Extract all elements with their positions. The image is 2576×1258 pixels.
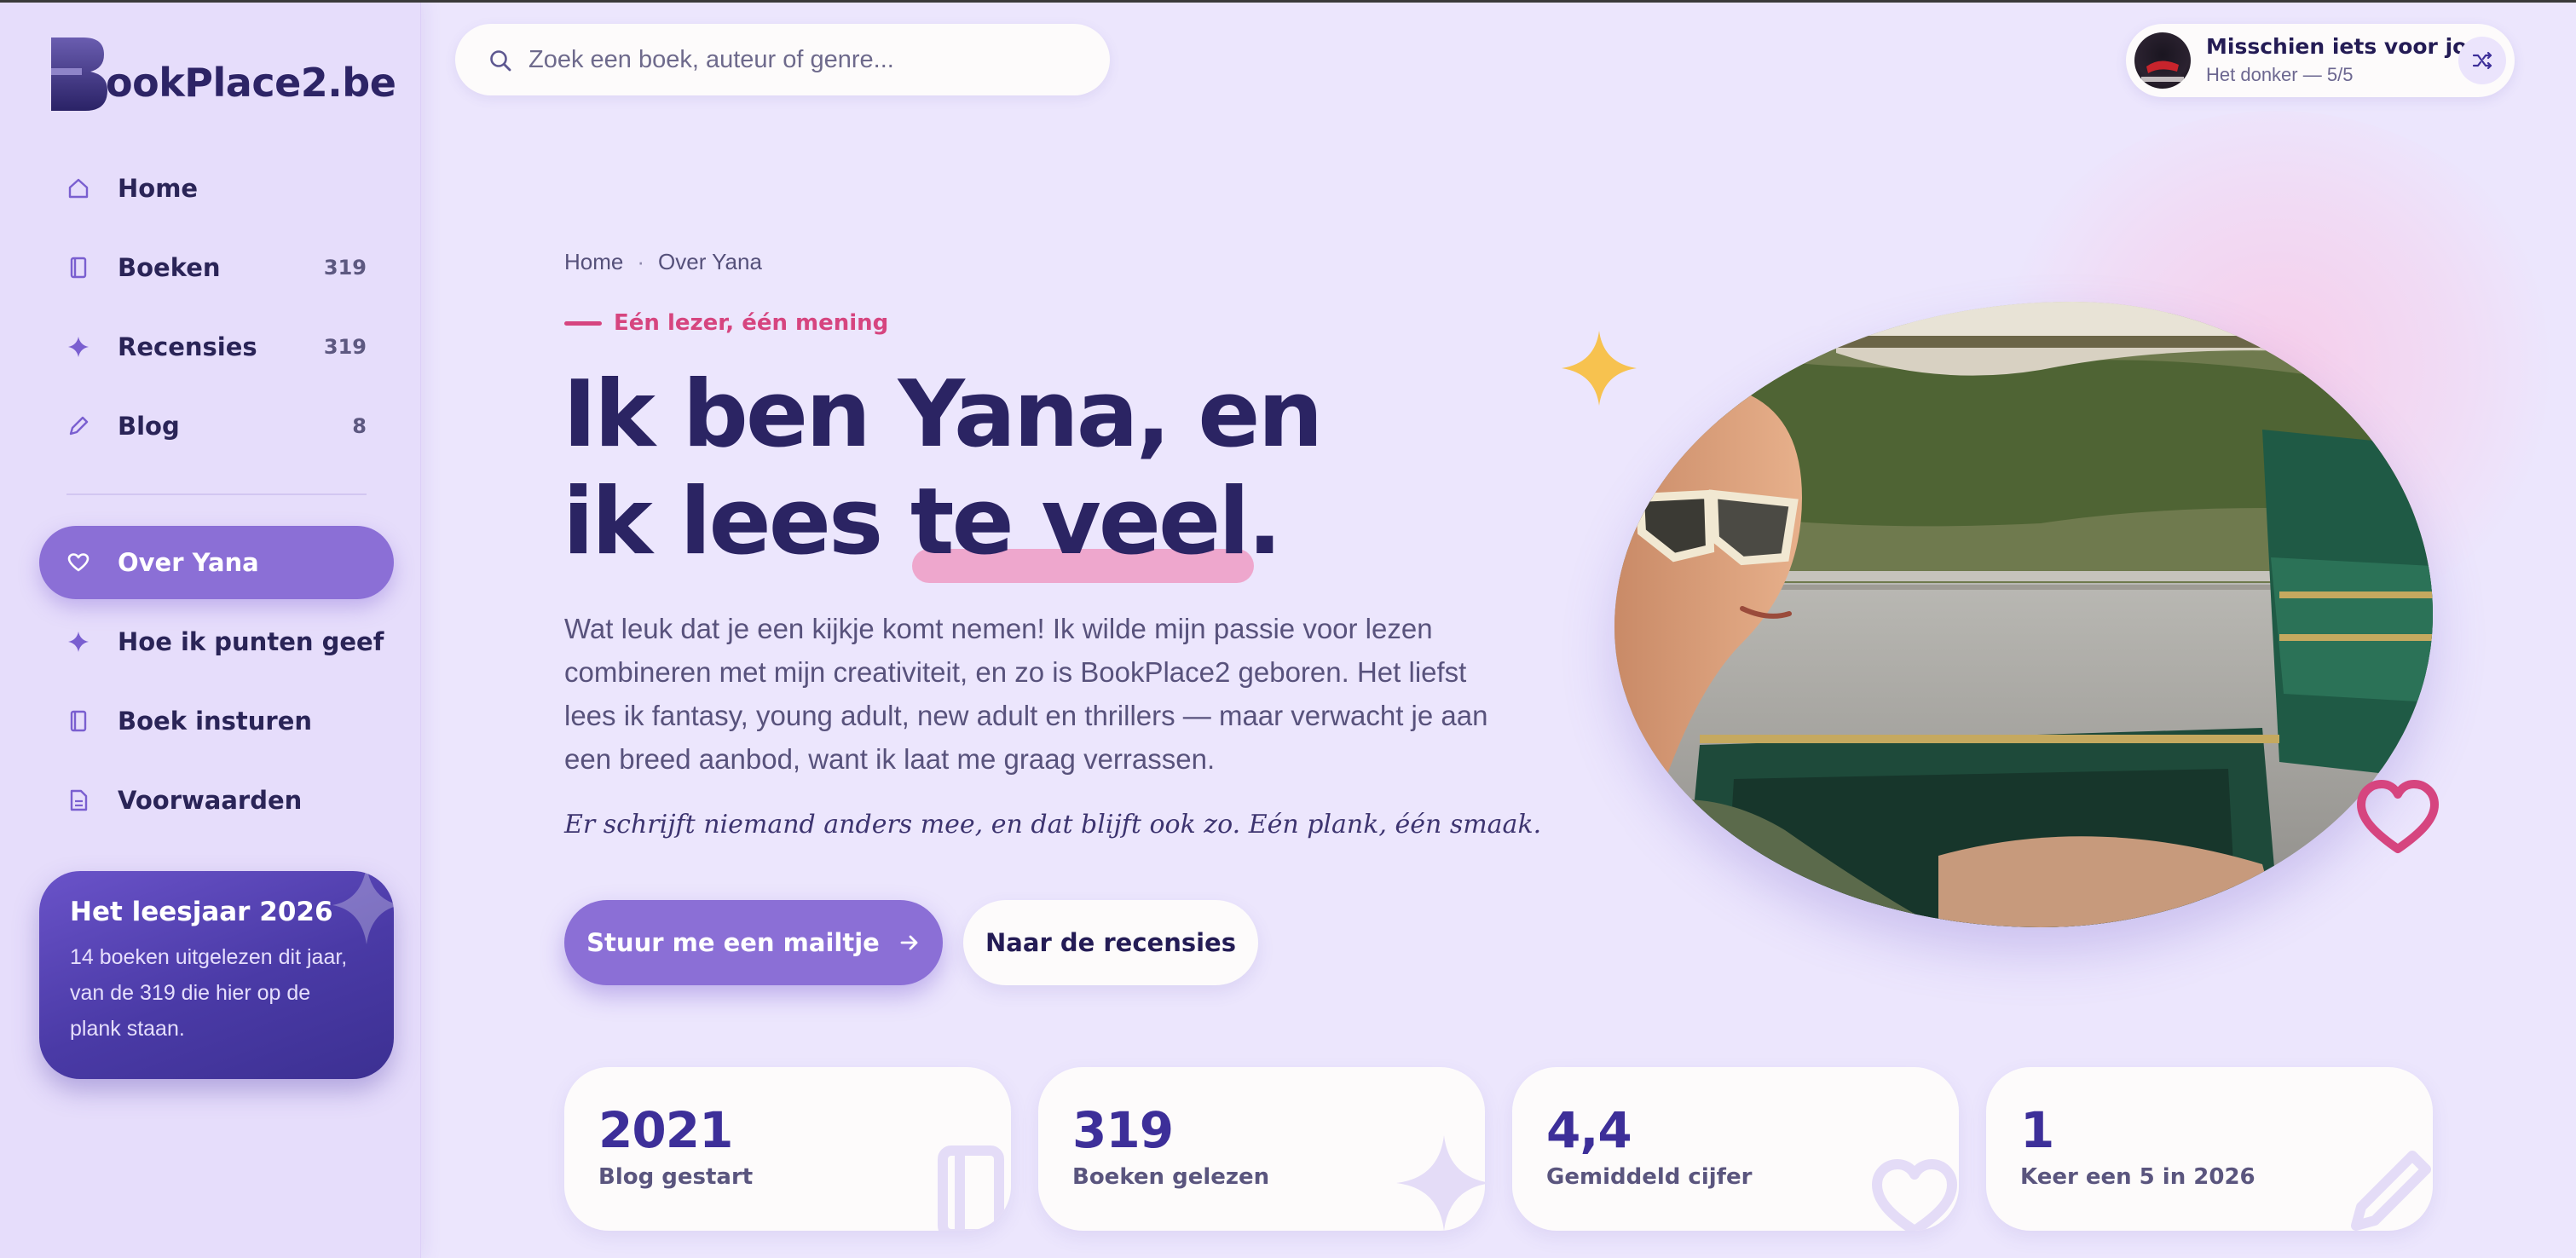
home-icon <box>68 178 89 199</box>
sidebar-item-label: Over Yana <box>118 548 259 577</box>
sidebar-divider <box>66 493 367 495</box>
stat-label: Keer een 5 in 2026 <box>2020 1164 2255 1190</box>
sparkle-icon <box>1562 331 1637 406</box>
sidebar-item-blog[interactable]: Blog 8 <box>39 390 394 463</box>
page-title-highlight-text: te veel <box>910 469 1250 575</box>
sidebar-item-label: Boek insturen <box>118 707 313 736</box>
page-title-line1: Ik ben Yana, en <box>563 361 1323 468</box>
shuffle-button[interactable] <box>2458 37 2506 84</box>
to-reviews-button-label: Naar de recensies <box>985 928 1236 957</box>
book-icon <box>938 1145 1004 1231</box>
search-input[interactable] <box>528 24 1074 95</box>
book-suggestion-widget[interactable]: Misschien iets voor jou Het donker — 5/5 <box>2126 24 2515 97</box>
stat-card-blog-started: 2021 Blog gestart <box>564 1067 1011 1231</box>
stat-card-books-read: 319 Boeken gelezen <box>1038 1067 1485 1231</box>
sidebar: ookPlace2.be Home Boeken 319 Recensies 3… <box>0 0 421 1258</box>
stat-value: 319 <box>1072 1101 1174 1159</box>
sidebar-item-hoe-ik-punten-geef[interactable]: Hoe ik punten geef <box>39 605 394 678</box>
book-icon <box>70 710 87 732</box>
reading-year-card: Het leesjaar 2026 14 boeken uitgelezen d… <box>39 871 394 1079</box>
heart-icon <box>67 553 90 572</box>
page-title-line2-end: . <box>1247 469 1282 575</box>
send-mail-button[interactable]: Stuur me een mailtje <box>564 900 943 985</box>
suggestion-title: Misschien iets voor jou <box>2206 34 2483 59</box>
to-reviews-button[interactable]: Naar de recensies <box>963 900 1258 985</box>
breadcrumb-separator: · <box>637 249 645 274</box>
stat-value: 2021 <box>598 1101 733 1159</box>
hero-eyebrow: Eén lezer, één mening <box>564 310 888 336</box>
eyebrow-text: Eén lezer, één mening <box>614 310 889 336</box>
sidebar-item-label: Boeken <box>118 253 221 282</box>
stat-label: Blog gestart <box>598 1164 754 1190</box>
shuffle-icon <box>2472 51 2492 70</box>
profile-photo <box>1614 302 2433 927</box>
page-title: Ik ben Yana, en ik lees te veel. <box>563 361 1323 583</box>
reading-year-text: 14 boeken uitgelezen dit jaar, van de 31… <box>70 945 348 1041</box>
stat-value: 4,4 <box>1546 1101 1632 1159</box>
sparkle-icon <box>1396 1135 1485 1231</box>
sidebar-item-recensies[interactable]: Recensies 319 <box>39 310 394 384</box>
sidebar-item-label: Home <box>118 174 199 203</box>
sparkle-icon <box>68 337 89 357</box>
sidebar-item-over-yana[interactable]: Over Yana <box>39 526 394 599</box>
sidebar-item-label: Voorwaarden <box>118 786 303 815</box>
sidebar-item-home[interactable]: Home <box>39 152 394 225</box>
pencil-icon <box>2351 1151 2431 1231</box>
logo-text: ookPlace2.be <box>106 60 396 106</box>
site-logo[interactable]: ookPlace2.be <box>51 36 396 113</box>
breadcrumb-current: Over Yana <box>658 249 762 274</box>
pencil-icon <box>69 416 89 436</box>
book-icon <box>70 257 87 279</box>
sidebar-item-label: Hoe ik punten geef <box>118 627 384 656</box>
heart-icon <box>1872 1159 1957 1231</box>
sidebar-item-voorwaarden[interactable]: Voorwaarden <box>39 764 394 837</box>
arrow-right-icon <box>900 935 918 950</box>
intro-paragraph: Wat leuk dat je een kijkje komt nemen! I… <box>564 613 1488 775</box>
send-mail-button-label: Stuur me een mailtje <box>586 928 880 957</box>
suggested-book-cover <box>2134 32 2191 89</box>
page-title-highlight: te veel <box>910 469 1255 583</box>
sidebar-item-boek-insturen[interactable]: Boek insturen <box>39 684 394 758</box>
eyebrow-line <box>564 320 602 326</box>
stat-label: Gemiddeld cijfer <box>1546 1164 1753 1190</box>
search-icon <box>490 50 511 72</box>
sidebar-item-count: 8 <box>352 414 367 438</box>
reading-year-title: Het leesjaar 2026 <box>70 897 333 927</box>
page-title-line2-start: ik lees <box>563 469 910 575</box>
suggestion-subtitle: Het donker — 5/5 <box>2206 64 2354 85</box>
sidebar-item-boeken[interactable]: Boeken 319 <box>39 231 394 304</box>
sidebar-item-label: Recensies <box>118 332 257 361</box>
logo-b-icon <box>51 38 107 111</box>
search-bar[interactable] <box>455 24 1110 95</box>
stat-card-five-stars: 1 Keer een 5 in 2026 <box>1986 1067 2433 1231</box>
breadcrumb: Home · Over Yana <box>564 249 762 275</box>
breadcrumb-home[interactable]: Home <box>564 249 623 275</box>
sidebar-item-label: Blog <box>118 412 180 441</box>
stat-value: 1 <box>2020 1101 2054 1159</box>
heart-icon <box>2357 780 2439 853</box>
document-icon <box>70 789 88 811</box>
sparkle-icon <box>68 632 89 652</box>
stat-label: Boeken gelezen <box>1072 1164 1270 1190</box>
window-top-border <box>0 0 2576 3</box>
stat-card-average-rating: 4,4 Gemiddeld cijfer <box>1512 1067 1959 1231</box>
intro-quote: Er schrijft niemand anders mee, en dat b… <box>564 810 1542 840</box>
sidebar-item-count: 319 <box>323 335 367 359</box>
sidebar-item-count: 319 <box>323 256 367 280</box>
